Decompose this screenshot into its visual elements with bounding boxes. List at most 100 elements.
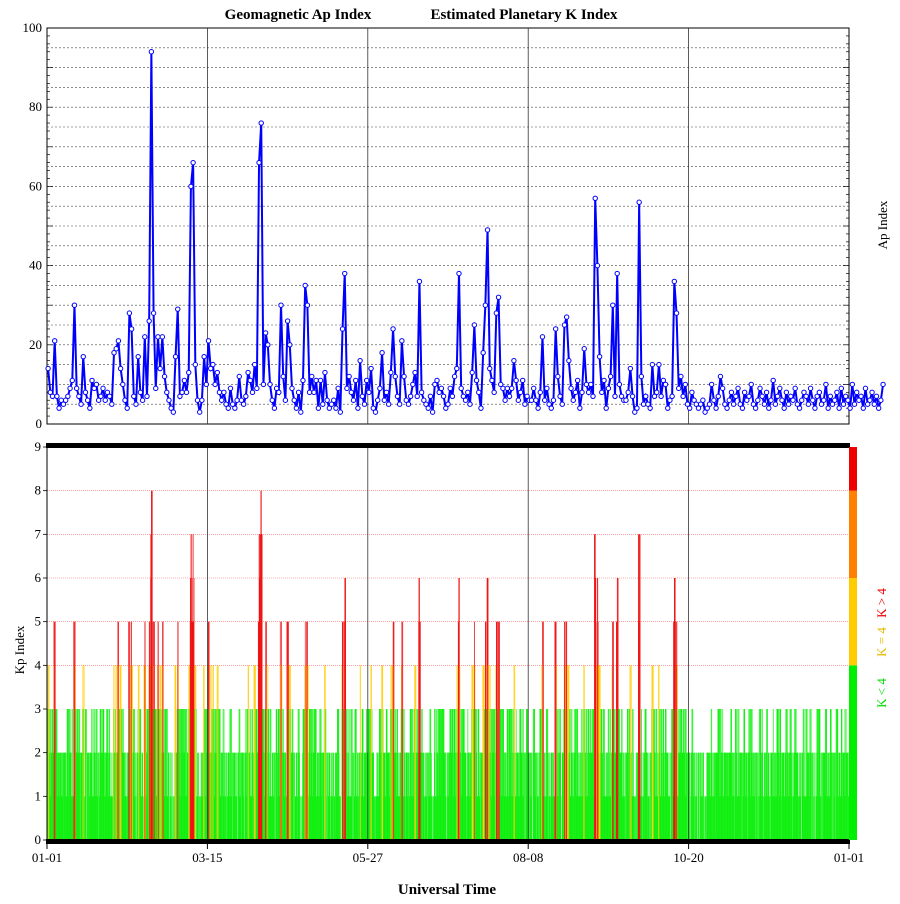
ap-point [56, 405, 62, 411]
ap-point [172, 353, 179, 360]
ap-point [629, 393, 636, 399]
ap-point [467, 401, 473, 407]
ap-point [469, 369, 475, 376]
ap-point [719, 385, 726, 392]
ap-point [348, 389, 355, 396]
ap-y-tick-label: 0 [36, 416, 43, 431]
ap-point [680, 393, 686, 399]
ap-point [302, 282, 308, 289]
ap-point [344, 385, 350, 392]
ap-point [361, 401, 368, 407]
ap-point [298, 409, 304, 415]
legend-yellow-label: K = 4 [874, 627, 889, 657]
ap-point [673, 310, 680, 316]
ap-point [355, 405, 361, 411]
ap-point [676, 385, 682, 392]
ap-point [210, 361, 216, 368]
ap-point [796, 405, 803, 411]
ap-point [265, 342, 271, 348]
ap-point [300, 377, 306, 384]
ap-point [777, 385, 783, 392]
ap-point [552, 326, 559, 332]
ap-point [476, 389, 482, 396]
kp-color-scale-segment [849, 490, 857, 578]
ap-point [748, 381, 754, 388]
ap-point [396, 401, 403, 407]
ap-point [489, 377, 495, 384]
ap-point [280, 373, 286, 380]
ap-point [592, 195, 598, 201]
ap-point [605, 385, 612, 392]
ap-point [506, 393, 513, 399]
ap-point [133, 401, 139, 407]
ap-point [188, 183, 194, 190]
ap-point [823, 381, 829, 388]
ap-point [640, 401, 647, 407]
ap-point [599, 389, 605, 396]
ap-point [656, 361, 662, 368]
ap-point [568, 385, 574, 392]
ap-point [482, 302, 489, 308]
ap-point [54, 393, 60, 399]
ap-point [724, 405, 730, 411]
ap-point [170, 409, 177, 415]
ap-title: Geomagnetic Ap Index [225, 7, 372, 23]
kp-color-scale-segment [849, 665, 857, 840]
ap-point [315, 405, 322, 411]
ap-point [662, 381, 669, 388]
ap-point [847, 405, 853, 411]
ap-point [530, 385, 537, 392]
ap-point [106, 393, 113, 399]
ap-point [451, 373, 458, 380]
ap-point [65, 393, 71, 399]
ap-point [394, 393, 401, 399]
ap-point [873, 393, 880, 399]
ap-point [69, 377, 75, 384]
ap-point [304, 302, 311, 308]
ap-point [845, 397, 851, 403]
ap-point [51, 338, 58, 344]
ap-point [596, 353, 603, 360]
ap-point [412, 369, 418, 376]
ap-point [513, 377, 519, 384]
ap-point [827, 393, 834, 399]
ap-point [739, 405, 746, 411]
kp-y-tick-label: 7 [35, 526, 42, 541]
ap-point [383, 389, 390, 396]
ap-point [572, 389, 579, 396]
ap-point [711, 397, 717, 403]
ap-point [89, 377, 95, 384]
ap-point [836, 405, 842, 411]
ap-point [372, 409, 379, 415]
ap-point [313, 377, 319, 384]
ap-point [799, 397, 805, 403]
ap-point [142, 334, 148, 340]
ap-point [594, 262, 601, 269]
ap-point [454, 365, 460, 372]
ap-point [522, 401, 528, 407]
ap-point [113, 346, 119, 352]
ap-point [98, 393, 104, 399]
ap-point [803, 393, 809, 399]
ap-point [324, 397, 330, 403]
ap-point [840, 401, 847, 407]
ap-point [385, 401, 392, 407]
ap-point [339, 326, 346, 332]
ap-point [805, 401, 812, 407]
ap-point [867, 397, 873, 403]
ap-point [100, 385, 106, 392]
ap-point [45, 365, 51, 372]
ap-point [449, 393, 456, 399]
ap-point [539, 334, 546, 340]
ap-point [128, 326, 135, 332]
ap-point [458, 385, 464, 392]
ap-point [779, 397, 785, 403]
kp-title: Estimated Planetary K Index [430, 7, 618, 23]
ap-point [381, 397, 387, 403]
ap-point [717, 373, 724, 380]
ap-point [346, 373, 352, 380]
ap-point [636, 199, 642, 205]
ap-point [607, 373, 614, 380]
ap-point [293, 405, 300, 411]
ap-point [880, 381, 886, 388]
